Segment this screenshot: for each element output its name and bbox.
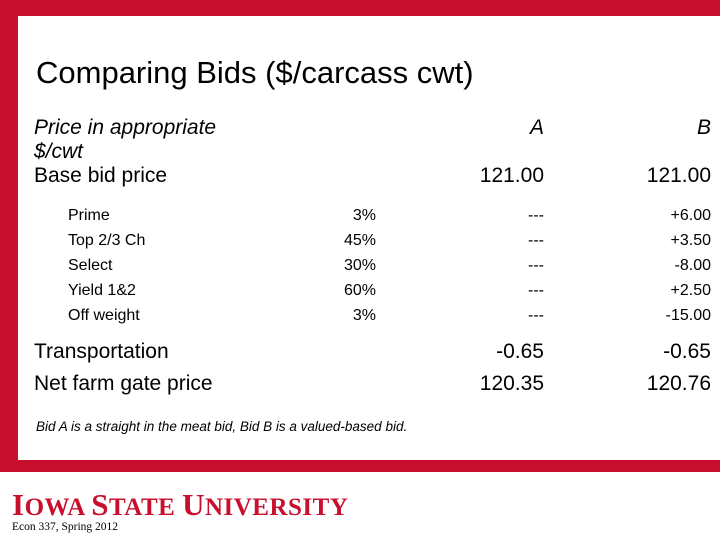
row-bid-b: +2.50 bbox=[670, 282, 711, 299]
bottom-accent-bar bbox=[0, 460, 720, 472]
base-bid-a: 121.00 bbox=[479, 164, 544, 187]
course-label: Econ 337, Spring 2012 bbox=[12, 521, 119, 533]
header-bid-b: B bbox=[696, 116, 711, 139]
slide: Comparing Bids ($/carcass cwt) Price in … bbox=[0, 0, 720, 540]
row-label: Prime bbox=[68, 207, 110, 224]
table-row: Prime 3% --- +6.00 bbox=[34, 207, 720, 232]
row-bid-a: --- bbox=[528, 307, 544, 324]
spacer bbox=[34, 332, 720, 340]
row-bid-a: -0.65 bbox=[496, 340, 544, 363]
row-bid-b: -15.00 bbox=[665, 307, 711, 324]
row-bid-a: --- bbox=[528, 232, 544, 249]
row-label: Transportation bbox=[34, 340, 169, 363]
row-bid-a: 120.35 bbox=[479, 372, 544, 395]
header-bid-a: A bbox=[529, 116, 544, 139]
row-label: Select bbox=[68, 257, 113, 274]
row-percent: 30% bbox=[343, 257, 376, 274]
bids-table-container: Price in appropriate $/cwt A B Base bid … bbox=[34, 116, 711, 404]
header-label: Price in appropriate $/cwt bbox=[34, 116, 217, 163]
left-accent-bar bbox=[0, 0, 18, 460]
table-row: Off weight 3% --- -15.00 bbox=[34, 307, 720, 332]
table-header-row: Price in appropriate $/cwt A B bbox=[34, 116, 720, 164]
row-percent: 3% bbox=[352, 207, 376, 224]
transportation-row: Transportation -0.65 -0.65 bbox=[34, 340, 720, 372]
row-label: Top 2/3 Ch bbox=[68, 232, 146, 249]
row-percent bbox=[266, 372, 394, 404]
row-bid-a: --- bbox=[528, 207, 544, 224]
row-bid-b: 120.76 bbox=[646, 372, 711, 395]
row-percent: 60% bbox=[343, 282, 376, 299]
row-bid-a: --- bbox=[528, 257, 544, 274]
row-bid-a: --- bbox=[528, 282, 544, 299]
row-label: Net farm gate price bbox=[34, 372, 213, 395]
row-bid-b: -0.65 bbox=[663, 340, 711, 363]
row-percent: 3% bbox=[352, 307, 376, 324]
table-row: Select 30% --- -8.00 bbox=[34, 257, 720, 282]
header-percent bbox=[266, 116, 394, 164]
top-accent-bar bbox=[0, 0, 720, 16]
base-bid-row: Base bid price 121.00 121.00 bbox=[34, 164, 720, 197]
table-row: Top 2/3 Ch 45% --- +3.50 bbox=[34, 232, 720, 257]
base-bid-b: 121.00 bbox=[646, 164, 711, 187]
row-percent bbox=[266, 340, 394, 372]
row-bid-b: +3.50 bbox=[670, 232, 711, 249]
row-percent: 45% bbox=[343, 232, 376, 249]
base-bid-label: Base bid price bbox=[34, 164, 168, 187]
row-bid-b: +6.00 bbox=[670, 207, 711, 224]
table-row: Yield 1&2 60% --- +2.50 bbox=[34, 282, 720, 307]
net-farm-gate-row: Net farm gate price 120.35 120.76 bbox=[34, 372, 720, 404]
row-label: Yield 1&2 bbox=[68, 282, 136, 299]
isu-logo: IOWA STATE UNIVERSITY bbox=[12, 487, 349, 522]
base-bid-percent bbox=[266, 164, 394, 197]
row-label: Off weight bbox=[68, 307, 140, 324]
row-bid-b: -8.00 bbox=[674, 257, 711, 274]
page-title: Comparing Bids ($/carcass cwt) bbox=[36, 55, 474, 90]
bids-table: Price in appropriate $/cwt A B Base bid … bbox=[34, 116, 720, 404]
spacer bbox=[34, 197, 720, 207]
footnote: Bid A is a straight in the meat bid, Bid… bbox=[36, 419, 408, 434]
